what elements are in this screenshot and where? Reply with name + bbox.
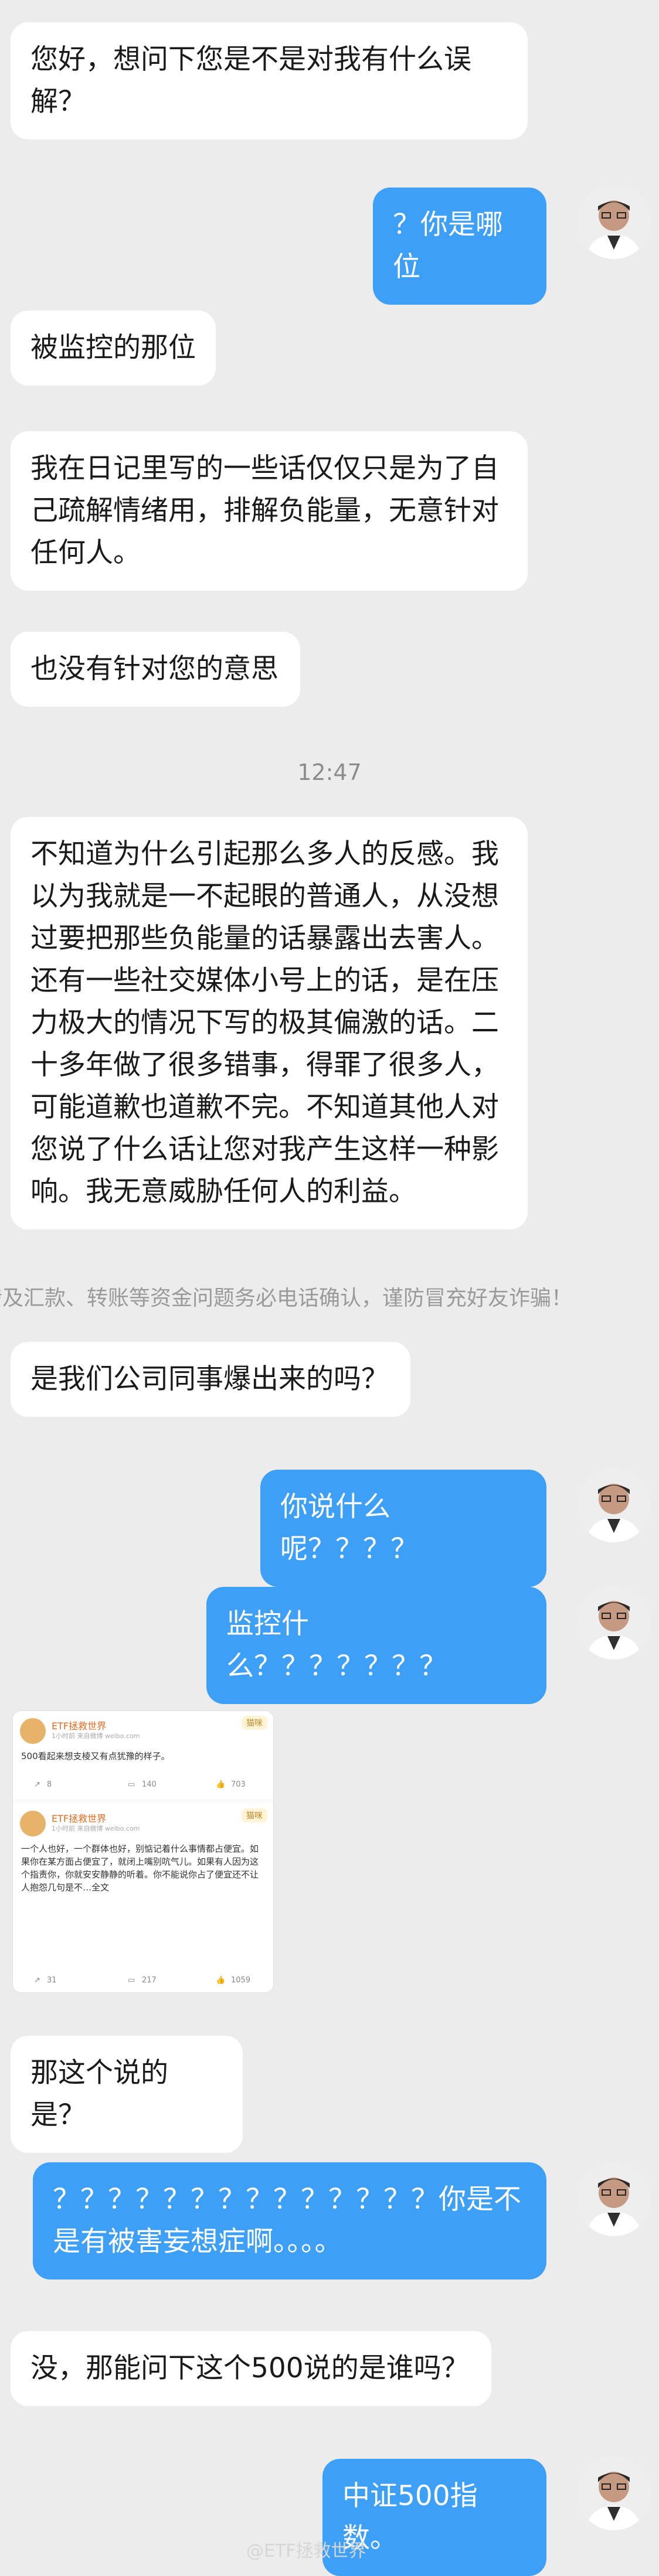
- like-count: 1059: [231, 1976, 251, 1985]
- like-icon: 👍: [216, 1976, 226, 1985]
- avatar[interactable]: [577, 2456, 651, 2530]
- comment-icon: ▭: [128, 1780, 135, 1789]
- message-bubble[interactable]: 我在日记里写的一些话仅仅只是为了自己疏解情绪用，排解负能量，无意针对任何人。: [11, 431, 528, 591]
- message-bubble[interactable]: 你说什么呢？？？？: [260, 1470, 546, 1587]
- weibo-post: ETF拯救世界 1小时前 来自微博 weibo.com 猫咪 一个人也好，一个群…: [13, 1804, 273, 1992]
- post-avatar: [20, 1718, 46, 1744]
- repost-icon: ↗: [34, 1780, 40, 1789]
- message-bubble[interactable]: 也没有针对您的意思: [11, 632, 300, 707]
- message-bubble[interactable]: 被监控的那位: [11, 311, 216, 386]
- post-text: 一个人也好，一个群体也好，别惦记着什么事情都占便宜。如果你在某方面占便宜了，就闭…: [21, 1844, 259, 1893]
- message-bubble[interactable]: ？？？？？？？？？？？？？？你是不是有被害妄想症啊。。。。: [33, 2162, 546, 2279]
- message-bubble[interactable]: 监控什么？？？？？？？: [206, 1587, 546, 1704]
- timestamp: 12:47: [297, 759, 362, 785]
- comment-icon: ▭: [128, 1976, 135, 1985]
- avatar[interactable]: [577, 185, 651, 259]
- like-count: 703: [231, 1780, 246, 1789]
- weibo-post: ETF拯救世界 1小时前 来自微博 weibo.com 猫咪 500看起来想支棱…: [13, 1711, 273, 1799]
- like-icon: 👍: [216, 1780, 226, 1789]
- safety-notice: 涉及汇款、转账等资金问题务必电话确认，谨防冒充好友诈骗！: [0, 1286, 573, 1310]
- avatar[interactable]: [577, 2162, 651, 2236]
- watermark: @ETF拯救世界: [246, 2541, 366, 2561]
- avatar[interactable]: [577, 1468, 651, 1542]
- cat-sticker: 猫咪: [242, 1716, 267, 1730]
- repost-count: 8: [47, 1780, 52, 1789]
- cat-sticker: 猫咪: [242, 1808, 267, 1822]
- message-bubble[interactable]: 您好，想问下您是不是对我有什么误解？: [11, 22, 528, 139]
- post-author: ETF拯救世界: [52, 1813, 107, 1824]
- image-message[interactable]: ETF拯救世界 1小时前 来自微博 weibo.com 猫咪 500看起来想支棱…: [13, 1711, 273, 1992]
- message-bubble[interactable]: 不知道为什么引起那么多人的反感。我以为我就是一不起眼的普通人，从没想过要把那些负…: [11, 817, 528, 1229]
- post-meta: 1小时前 来自微博 weibo.com: [52, 1825, 140, 1832]
- repost-count: 31: [47, 1976, 57, 1985]
- post-author: ETF拯救世界: [52, 1720, 107, 1732]
- repost-icon: ↗: [34, 1976, 40, 1985]
- comment-count: 217: [142, 1976, 157, 1985]
- message-bubble[interactable]: ？你是哪位: [373, 188, 546, 305]
- message-bubble[interactable]: 那这个说的是？: [11, 2036, 243, 2153]
- post-avatar: [20, 1811, 46, 1836]
- comment-count: 140: [142, 1780, 157, 1789]
- post-text: 500看起来想支棱又有点犹豫的样子。: [21, 1751, 170, 1761]
- message-bubble[interactable]: 是我们公司同事爆出来的吗？: [11, 1342, 410, 1417]
- post-meta: 1小时前 来自微博 weibo.com: [52, 1732, 140, 1740]
- message-bubble[interactable]: 没，那能问下这个500说的是谁吗？: [11, 2331, 491, 2406]
- avatar[interactable]: [577, 1586, 651, 1660]
